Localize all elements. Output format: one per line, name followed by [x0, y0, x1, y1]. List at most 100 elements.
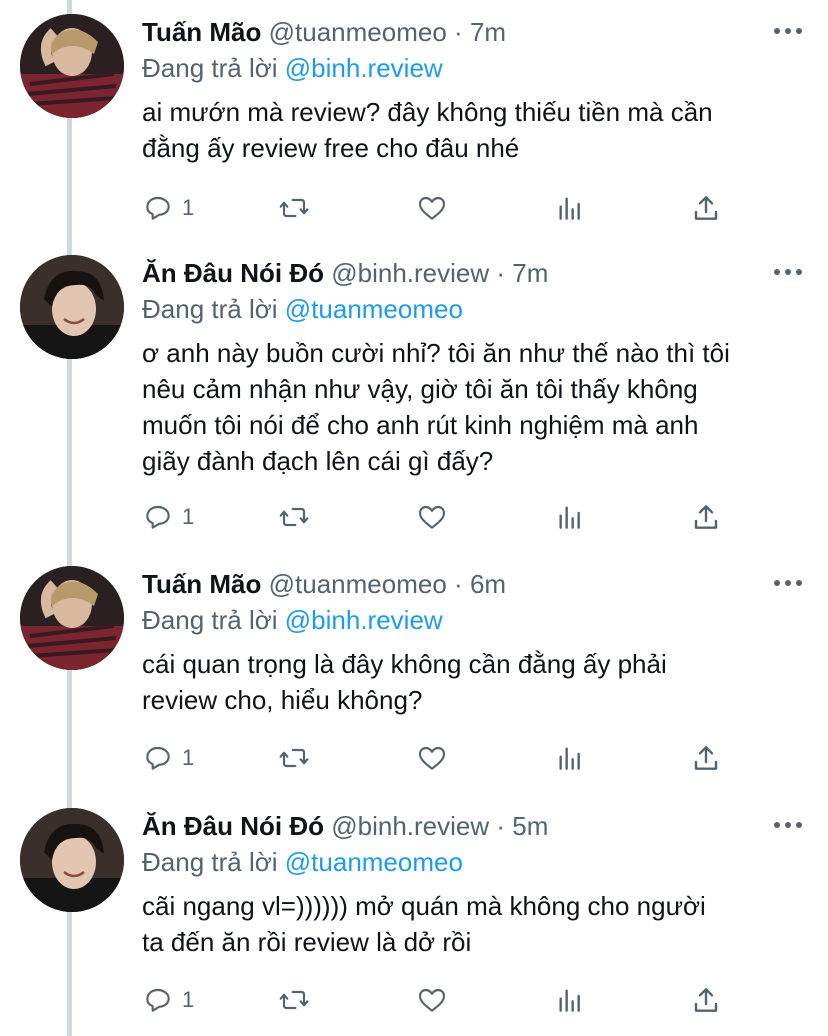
tweet-actions: 1 — [0, 497, 828, 537]
display-name[interactable]: Ăn Đâu Nói Đó — [142, 258, 324, 288]
separator-dot: · — [496, 258, 506, 288]
separator-dot: · — [454, 17, 463, 47]
tweet-header: Ăn Đâu Nói Đó @binh.review · 7m — [142, 255, 828, 291]
tweet-text-line: ta đến ăn rồi review là dở rồi — [142, 927, 472, 957]
tweet-text-line: ai mướn mà review? đây không thiếu tiền … — [142, 97, 713, 127]
share-button[interactable] — [690, 980, 722, 1020]
reply-button[interactable]: 1 — [142, 497, 194, 537]
share-icon — [694, 988, 718, 1012]
heart-icon — [418, 196, 446, 220]
user-handle[interactable]: @binh.review — [331, 811, 489, 841]
user-handle[interactable]: @tuanmeomeo — [269, 569, 447, 599]
avatar[interactable] — [20, 14, 124, 118]
tweet-text: ai mướn mà review? đây không thiếu tiền … — [142, 94, 788, 166]
replying-prefix: Đang trả lời — [142, 847, 285, 877]
retweet-icon — [279, 748, 309, 768]
share-icon — [694, 746, 718, 770]
display-name[interactable]: Tuấn Mão — [142, 17, 261, 47]
avatar[interactable] — [20, 808, 124, 912]
reply-button[interactable]: 1 — [142, 188, 194, 228]
display-name[interactable]: Tuấn Mão — [142, 569, 261, 599]
more-icon[interactable] — [774, 822, 802, 830]
avatar[interactable] — [20, 566, 124, 670]
share-button[interactable] — [690, 497, 722, 537]
separator-dot: · — [496, 811, 506, 841]
reply-count: 1 — [182, 195, 195, 220]
heart-icon — [418, 988, 446, 1012]
replying-to: Đang trả lời @tuanmeomeo — [142, 291, 463, 327]
share-button[interactable] — [690, 738, 722, 778]
analytics-icon — [559, 506, 580, 529]
replying-to: Đang trả lời @binh.review — [142, 602, 443, 638]
user-handle[interactable]: @tuanmeomeo — [269, 17, 447, 47]
like-button[interactable] — [416, 980, 448, 1020]
user-handle[interactable]: @binh.review — [331, 258, 489, 288]
share-button[interactable] — [690, 188, 722, 228]
analytics-icon — [559, 747, 580, 770]
like-button[interactable] — [416, 738, 448, 778]
reply-count: 1 — [182, 745, 195, 770]
tweet-actions: 1 — [0, 188, 828, 228]
replying-prefix: Đang trả lời — [142, 294, 285, 324]
more-icon[interactable] — [774, 580, 802, 588]
tweet-text-line: cái quan trọng là đây không cần đằng ấy … — [142, 649, 667, 679]
timestamp[interactable]: 6m — [470, 569, 506, 599]
replying-to-mention[interactable]: @tuanmeomeo — [285, 847, 463, 877]
timestamp[interactable]: 7m — [470, 17, 506, 47]
reply-count: 1 — [182, 987, 195, 1012]
replying-prefix: Đang trả lời — [142, 53, 285, 83]
tweet-header: Tuấn Mão @tuanmeomeo · 7m — [142, 14, 828, 50]
tweet-text: cái quan trọng là đây không cần đằng ấy … — [142, 646, 788, 718]
timestamp[interactable]: 5m — [512, 811, 548, 841]
retweet-icon — [279, 198, 309, 218]
analytics-button[interactable] — [554, 188, 586, 228]
reply-icon — [146, 505, 170, 529]
tweet-text-line: đằng ấy review free cho đâu nhé — [142, 133, 520, 163]
avatar[interactable] — [20, 255, 124, 359]
retweet-button[interactable] — [278, 497, 310, 537]
timestamp[interactable]: 7m — [512, 258, 548, 288]
retweet-icon — [279, 507, 309, 527]
more-icon[interactable] — [774, 28, 802, 36]
retweet-icon — [279, 990, 309, 1010]
retweet-button[interactable] — [278, 980, 310, 1020]
reply-button[interactable]: 1 — [142, 738, 194, 778]
analytics-icon — [559, 989, 580, 1012]
tweet-text: ơ anh này buồn cười nhỉ? tôi ăn như thế … — [142, 335, 788, 479]
tweet-header: Tuấn Mão @tuanmeomeo · 6m — [142, 566, 828, 602]
analytics-button[interactable] — [554, 980, 586, 1020]
reply-icon — [146, 746, 170, 770]
like-button[interactable] — [416, 188, 448, 228]
replying-to: Đang trả lời @binh.review — [142, 50, 443, 86]
tweet-text-line: nêu cảm nhận như vậy, giờ tôi ăn tôi thấ… — [142, 374, 698, 404]
heart-icon — [418, 746, 446, 770]
replying-to-mention[interactable]: @binh.review — [285, 53, 443, 83]
analytics-icon — [559, 197, 580, 220]
tweet-text-line: ơ anh này buồn cười nhỉ? tôi ăn như thế … — [142, 338, 730, 368]
reply-icon — [146, 988, 170, 1012]
reply-icon — [146, 196, 170, 220]
analytics-button[interactable] — [554, 738, 586, 778]
replying-to-mention[interactable]: @tuanmeomeo — [285, 294, 463, 324]
retweet-button[interactable] — [278, 738, 310, 778]
tweet-text-line: cãi ngang vl=)))))) mở quán mà không cho… — [142, 891, 706, 921]
tweet-actions: 1 — [0, 980, 828, 1020]
tweet-text-line: muốn tôi nói để cho anh rút kinh nghiệm … — [142, 410, 699, 440]
tweet-header: Ăn Đâu Nói Đó @binh.review · 5m — [142, 808, 828, 844]
analytics-button[interactable] — [554, 497, 586, 537]
separator-dot: · — [454, 569, 463, 599]
replying-to: Đang trả lời @tuanmeomeo — [142, 844, 463, 880]
tweet-text: cãi ngang vl=)))))) mở quán mà không cho… — [142, 888, 788, 960]
heart-icon — [418, 505, 446, 529]
like-button[interactable] — [416, 497, 448, 537]
share-icon — [694, 505, 718, 529]
tweet-text-line: review cho, hiểu không? — [142, 685, 423, 715]
reply-button[interactable]: 1 — [142, 980, 194, 1020]
more-icon[interactable] — [774, 269, 802, 277]
retweet-button[interactable] — [278, 188, 310, 228]
tweet-text-line: giãy đành đạch lên cái gì đấy? — [142, 446, 494, 476]
tweet-actions: 1 — [0, 738, 828, 778]
display-name[interactable]: Ăn Đâu Nói Đó — [142, 811, 324, 841]
replying-to-mention[interactable]: @binh.review — [285, 605, 443, 635]
replying-prefix: Đang trả lời — [142, 605, 285, 635]
